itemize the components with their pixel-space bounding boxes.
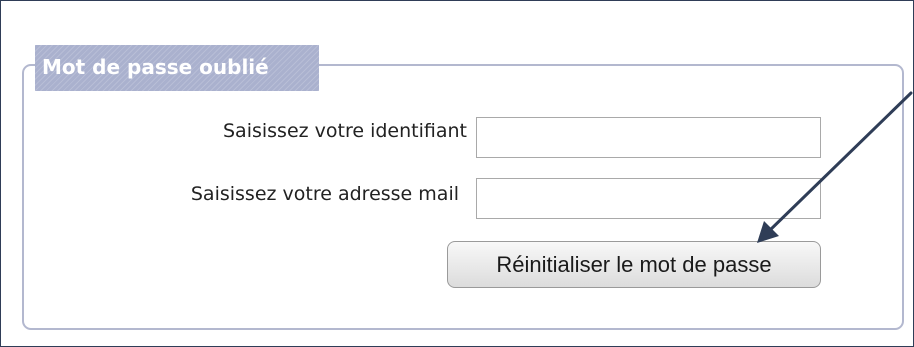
annotation-arrow-icon xyxy=(757,91,913,243)
